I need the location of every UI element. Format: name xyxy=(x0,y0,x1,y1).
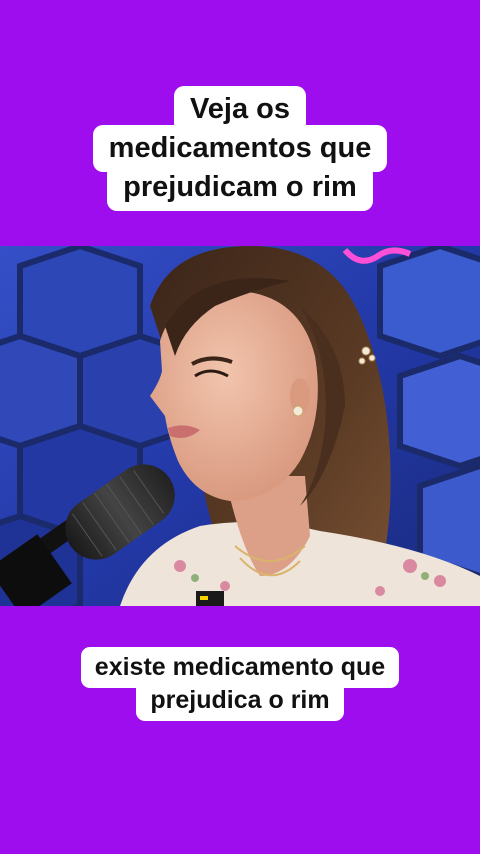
video-scene xyxy=(0,246,480,606)
earring xyxy=(292,405,304,417)
video-frame[interactable] xyxy=(0,246,480,606)
subtitle-line-1: existe medicamento que xyxy=(80,647,400,688)
subtitle-overlay: existe medicamento que prejudica o rim xyxy=(0,647,480,721)
subtitle-line-2: prejudica o rim xyxy=(136,680,344,721)
title-overlay: Veja os medicamentos que prejudicam o ri… xyxy=(0,86,480,211)
title-line-3: prejudicam o rim xyxy=(107,164,373,211)
reel-stage[interactable]: Veja os medicamentos que prejudicam o ri… xyxy=(0,0,480,854)
title-line-2: medicamentos que xyxy=(92,125,388,172)
